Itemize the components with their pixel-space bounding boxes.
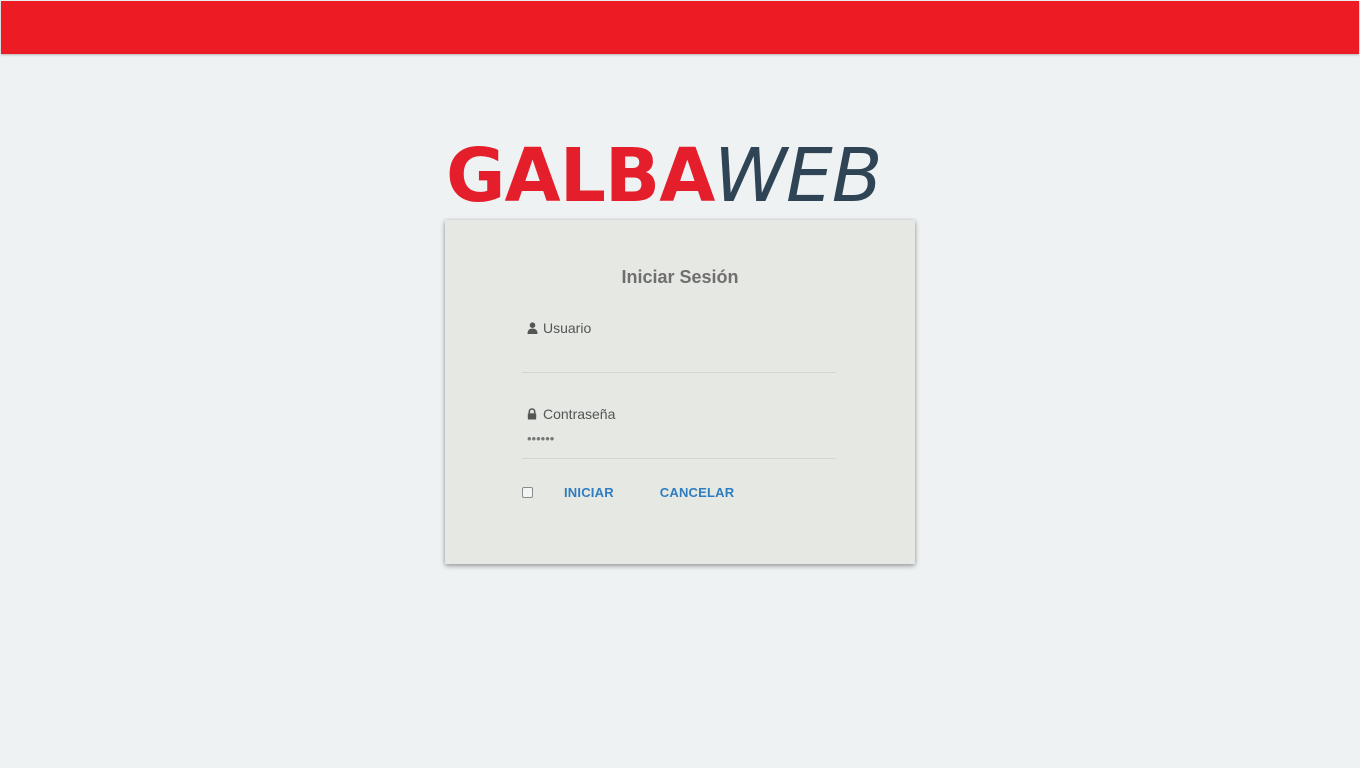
username-label: Usuario (527, 320, 591, 336)
logo-galba-text: GALBA (446, 133, 715, 219)
username-field: Usuario (522, 312, 836, 373)
password-label: Contraseña (527, 406, 615, 422)
login-card: Iniciar Sesión Usuario Contraseña ••••••… (445, 220, 915, 564)
cancel-button[interactable]: CANCELAR (660, 485, 735, 500)
password-field: Contraseña (522, 398, 836, 459)
lock-icon (527, 408, 539, 420)
top-header-bar (1, 1, 1359, 54)
galbaweb-logo: GALBAWEB (446, 133, 916, 219)
login-button[interactable]: INICIAR (564, 485, 614, 500)
logo-web-text: WEB (713, 133, 883, 219)
username-label-text: Usuario (543, 320, 592, 336)
user-icon (527, 322, 539, 334)
remember-checkbox[interactable] (522, 486, 533, 498)
username-input[interactable] (527, 342, 827, 362)
login-title: Iniciar Sesión (621, 267, 739, 287)
login-actions: INICIAR CANCELAR (522, 482, 734, 502)
password-label-text: Contraseña (543, 406, 616, 422)
password-input[interactable] (527, 428, 827, 448)
